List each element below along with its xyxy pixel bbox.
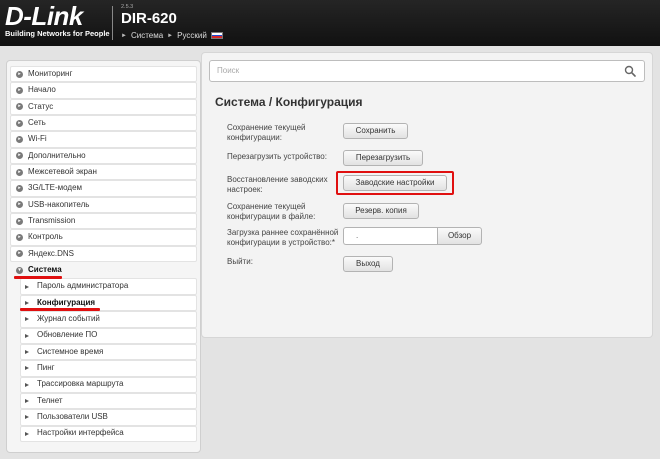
sidebar-item-network[interactable]: ▸ Сеть [10,115,197,132]
header-bar: D-Link Building Networks for People 2.5.… [0,0,660,46]
search-input[interactable]: Поиск [209,60,645,82]
sidebar-item-label: USB-накопитель [28,199,90,209]
sidebar-subitem-label: Пользователи USB [37,412,108,422]
page-title: Система / Конфигурация [215,95,363,109]
browse-button[interactable]: Обзор [437,227,482,245]
factory-reset-label: Восстановление заводских настроек: [227,175,328,194]
file-cursor: . [356,231,359,240]
restore-file-field[interactable]: . [343,227,437,245]
sidebar-item-advanced[interactable]: ▸ Дополнительно [10,147,197,165]
circle-arrow-icon: ▾ [16,266,23,274]
sidebar-subitem-traceroute[interactable]: Трассировка маршрута [20,376,197,393]
triangle-right-icon [25,399,29,404]
sidebar-subitem-label: Журнал событий [37,314,100,324]
triangle-right-icon [25,431,29,436]
sidebar-subitem-label: Пинг [37,363,55,373]
russian-flag-icon[interactable] [210,32,223,39]
sidebar-item-label: Мониторинг [28,68,73,78]
sidebar-item-label: 3G/LTE-модем [28,183,83,193]
circle-arrow-icon: ▸ [16,168,23,176]
circle-arrow-icon: ▸ [16,87,23,95]
logout-label: Выйти: [227,257,253,266]
sidebar-item-firewall[interactable]: ▸ Межсетевой экран [10,164,197,181]
search-icon[interactable] [624,65,636,77]
sidebar-item-label: Wi-Fi [28,134,47,144]
sidebar-item-wifi[interactable]: ▸ Wi-Fi [10,131,197,148]
save-button[interactable]: Сохранить [343,123,408,139]
sidebar-item-start[interactable]: ▸ Начало [10,82,197,99]
dlink-logo[interactable]: D-Link [5,3,83,29]
sidebar-item-label: Статус [28,101,54,111]
main-panel: Поиск Система / Конфигурация Сохранение … [201,52,653,338]
sidebar-subitem-system-time[interactable]: Системное время [20,343,197,361]
circle-arrow-icon: ▸ [16,70,23,78]
highlight-box-factory-reset [336,171,454,195]
model-name: DIR-620 [121,10,177,27]
header-link-system[interactable]: Система [131,31,163,40]
sidebar-item-status[interactable]: ▸ Статус [10,98,197,116]
circle-arrow-icon: ▸ [16,136,23,144]
sidebar-item-3g-lte-modem[interactable]: ▸ 3G/LTE-модем [10,180,197,197]
triangle-right-icon [25,350,29,355]
search-placeholder: Поиск [217,66,240,75]
sidebar-subitem-usb-users[interactable]: Пользователи USB [20,409,197,426]
chevron-right-icon: ► [121,32,127,39]
sidebar-subitem-label: Системное время [37,346,104,356]
sidebar-item-label: Яндекс.DNS [28,248,75,258]
sidebar-item-label: Контроль [28,232,63,242]
circle-arrow-icon: ▸ [16,234,23,242]
save-config-label: Сохранение текущей конфигурации: [227,123,306,142]
sidebar-item-monitoring[interactable]: ▸ Мониторинг [10,66,197,83]
sidebar-item-usb-storage[interactable]: ▸ USB-накопитель [10,196,197,214]
circle-arrow-icon: ▸ [16,119,23,127]
sidebar-subitem-label: Телнет [37,395,63,405]
sidebar-item-label: Начало [28,85,56,95]
highlight-underline-configuration [20,308,100,311]
sidebar-item-label: Transmission [28,216,76,226]
circle-arrow-icon: ▸ [16,250,23,258]
circle-arrow-icon: ▸ [16,152,23,160]
header-divider [112,6,113,40]
logo-tagline: Building Networks for People [5,29,110,38]
sidebar-item-control[interactable]: ▸ Контроль [10,229,197,246]
reboot-label: Перезагрузить устройство: [227,152,327,161]
sidebar-subitem-label: Пароль администратора [37,281,129,291]
sidebar-subitem-admin-password[interactable]: Пароль администратора [20,278,197,295]
triangle-right-icon [25,333,29,338]
sidebar-item-label: Сеть [28,117,46,127]
triangle-right-icon [25,284,29,289]
sidebar-subitem-ping[interactable]: Пинг [20,360,197,377]
sidebar-subitem-event-log[interactable]: Журнал событий [20,311,197,328]
sidebar-subitem-interface-settings[interactable]: Настройки интерфейса [20,425,197,442]
sidebar-subitem-firmware-update[interactable]: Обновление ПО [20,327,197,344]
sidebar-subitem-label: Трассировка маршрута [37,379,124,389]
circle-arrow-icon: ▸ [16,103,23,111]
sidebar-item-transmission[interactable]: ▸ Transmission [10,213,197,230]
chevron-right-icon: ► [167,32,174,39]
sidebar-item-label: Межсетевой экран [28,166,97,176]
triangle-right-icon [25,415,29,420]
circle-arrow-icon: ▸ [16,201,23,209]
backup-label: Сохранение текущей конфигурации в файле: [227,202,316,221]
sidebar-item-yandex-dns[interactable]: ▸ Яндекс.DNS [10,245,197,263]
header-links: ► Система ► Русский [121,31,223,40]
sidebar-item-label: Дополнительно [28,150,86,160]
triangle-right-icon [25,366,29,371]
sidebar-subitem-telnet[interactable]: Телнет [20,392,197,410]
circle-arrow-icon: ▸ [16,217,23,225]
restore-label: Загрузка раннее сохранённой конфигурации… [227,228,339,247]
circle-arrow-icon: ▸ [16,185,23,193]
header-link-language[interactable]: Русский [177,31,207,40]
sidebar-subitem-label: Обновление ПО [37,330,98,340]
triangle-right-icon [25,317,29,322]
reboot-button[interactable]: Перезагрузить [343,150,423,166]
triangle-right-icon [25,300,29,305]
logout-button[interactable]: Выход [343,256,393,272]
highlight-underline-system [14,276,62,279]
triangle-right-icon [25,382,29,387]
sidebar-subitem-label: Настройки интерфейса [37,428,124,438]
sidebar-menu: ▸ Мониторинг ▸ Начало ▸ Статус ▸ Сеть ▸ Wi-Fi… [6,60,201,453]
backup-button[interactable]: Резерв. копия [343,203,419,219]
